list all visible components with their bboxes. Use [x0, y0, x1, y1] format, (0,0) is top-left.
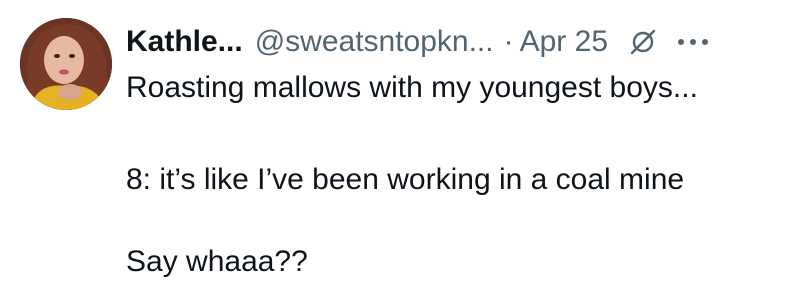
tweet[interactable]: Kathle... @sweatsntopkn... · Apr 25 Roas… — [0, 0, 800, 294]
tweet-header: Kathle... @sweatsntopkn... · Apr 25 — [126, 22, 712, 62]
tweet-date[interactable]: Apr 25 — [520, 22, 608, 62]
grok-icon[interactable] — [626, 25, 660, 59]
tweet-text-line: Say whaaa?? — [126, 245, 308, 278]
avatar-photo — [20, 18, 112, 110]
author-display-name[interactable]: Kathle... — [126, 22, 243, 62]
more-options-icon[interactable] — [674, 25, 712, 59]
header-separator: · — [503, 25, 514, 58]
avatar[interactable] — [20, 18, 112, 110]
tweet-text-line: Roasting mallows with my youngest boys..… — [126, 71, 698, 104]
author-handle[interactable]: @sweatsntopkn... — [255, 22, 494, 62]
tweet-text-line: 8: it’s like I’ve been working in a coal… — [126, 163, 685, 196]
